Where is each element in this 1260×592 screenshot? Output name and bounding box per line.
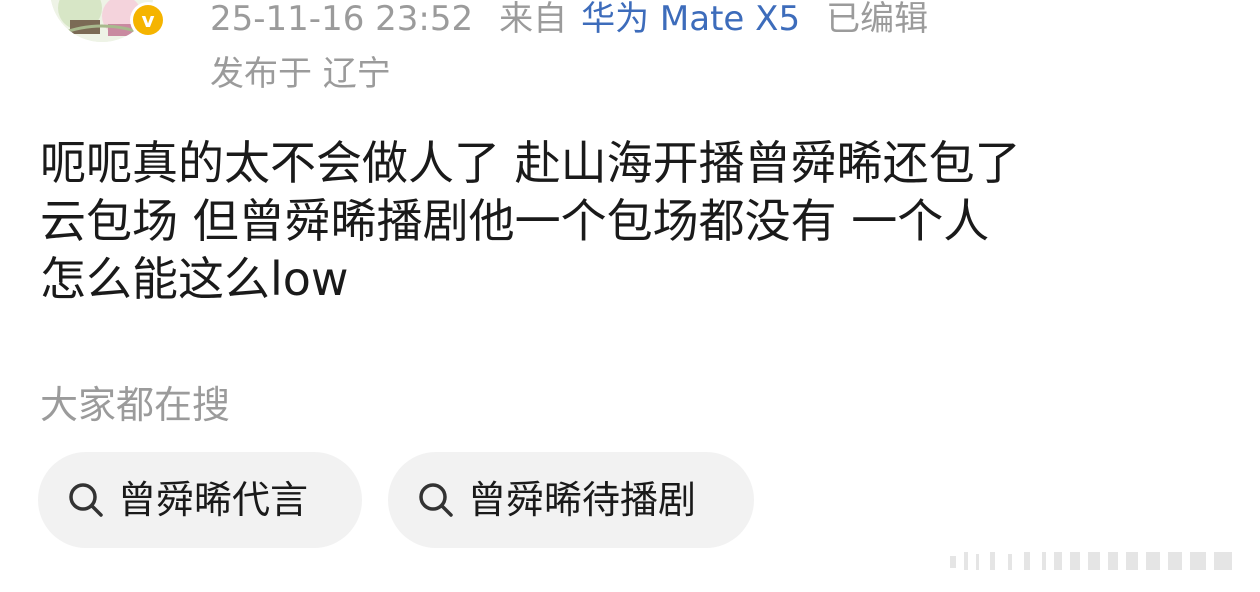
search-suggestion-label: 曾舜晞代言 xyxy=(118,478,309,522)
post-timestamp: 25-11-16 23:52 xyxy=(210,0,474,39)
search-suggestion-label: 曾舜晞待播剧 xyxy=(468,478,697,522)
post-device-link[interactable]: 华为 Mate X5 xyxy=(581,0,800,39)
post-content-line: 呃呃真的太不会做人了 赴山海开播曾舜晞还包了 xyxy=(40,136,1021,190)
watermark-icon xyxy=(950,548,1250,574)
post-content-line: 怎么能这么low xyxy=(40,252,349,306)
post-location: 发布于 辽宁 xyxy=(210,54,391,94)
verified-badge-icon: v xyxy=(130,2,166,38)
search-icon xyxy=(416,480,456,520)
search-suggestion-list: 曾舜晞代言 曾舜晞待播剧 xyxy=(38,452,754,548)
search-suggestion-chip[interactable]: 曾舜晞代言 xyxy=(38,452,362,548)
search-suggestion-chip[interactable]: 曾舜晞待播剧 xyxy=(388,452,754,548)
post-content-line: 云包场 但曾舜晞播剧他一个包场都没有 一个人 xyxy=(40,194,990,248)
post-edited-label[interactable]: 已编辑 xyxy=(826,0,928,39)
search-icon xyxy=(66,480,106,520)
post-meta: 25-11-16 23:52 来自 华为 Mate X5 已编辑 xyxy=(210,0,928,41)
post-source-prefix: 来自 xyxy=(499,0,568,39)
trending-search-label: 大家都在搜 xyxy=(40,383,231,427)
post-content: 呃呃真的太不会做人了 赴山海开播曾舜晞还包了 云包场 但曾舜晞播剧他一个包场都没… xyxy=(40,134,1220,308)
